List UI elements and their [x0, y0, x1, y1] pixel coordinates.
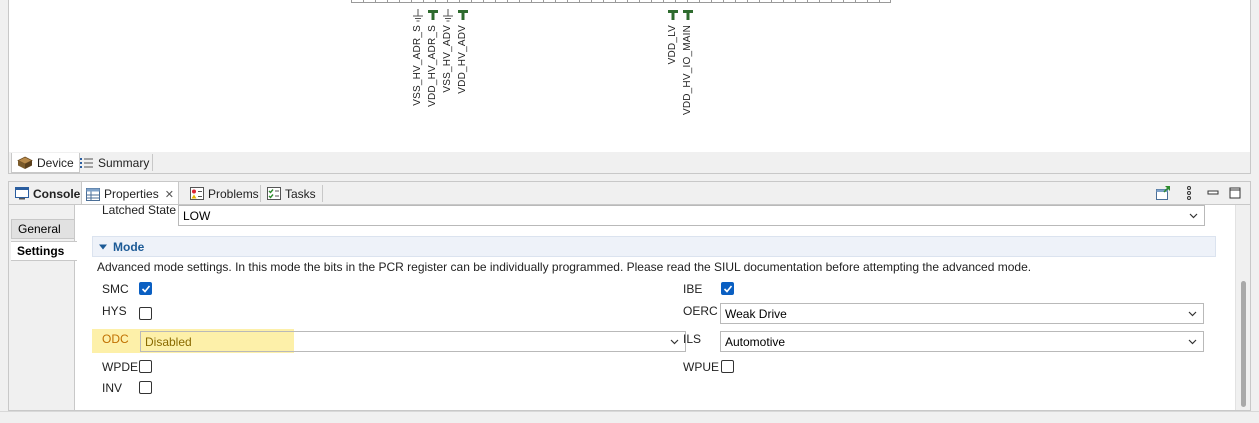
pin-label: VDD_LV — [667, 25, 678, 65]
maximize-icon[interactable] — [1227, 185, 1243, 201]
tab-console[interactable]: Console — [11, 182, 84, 205]
problems-icon — [190, 187, 204, 200]
ils-select[interactable]: Automotive — [720, 331, 1204, 352]
pin-vss-hv-adv[interactable]: VSS_HV_ADV — [441, 9, 455, 93]
ils-value: Automotive — [725, 334, 786, 349]
tab-label: Tasks — [285, 186, 316, 201]
pin-strip — [351, 0, 891, 3]
hys-label: HYS — [102, 304, 127, 318]
pin-vdd-hv-io-main[interactable]: VDD_HV_IO_MAIN — [681, 9, 695, 115]
chevron-down-icon — [1189, 213, 1198, 219]
tab-separator — [260, 185, 261, 202]
latched-state-select[interactable]: LOW — [178, 205, 1205, 226]
tab-problems[interactable]: Problems — [186, 182, 263, 205]
side-tab-settings[interactable]: Settings — [11, 241, 77, 261]
tab-label: Summary — [98, 156, 150, 170]
chevron-down-icon — [1188, 339, 1197, 345]
tab-properties[interactable]: Properties ✕ — [81, 182, 179, 206]
pin-vdd-hv-adr-s[interactable]: VDD_HV_ADR_S — [426, 9, 440, 107]
pin-label: VSS_HV_ADV — [442, 25, 453, 93]
ibe-label: IBE — [683, 282, 703, 296]
odc-select[interactable]: Disabled — [140, 331, 686, 352]
hys-checkbox[interactable] — [139, 307, 152, 320]
minimize-icon[interactable] — [1205, 185, 1221, 201]
side-tab-general[interactable]: General — [11, 219, 74, 239]
odc-label: ODC — [102, 332, 129, 346]
pin-vss-hv-adr-s[interactable]: VSS_HV_ADR_S — [411, 9, 425, 106]
properties-icon — [86, 187, 100, 201]
vertical-scrollbar[interactable] — [1235, 205, 1250, 410]
editor-tabs: Device Summary — [8, 152, 1251, 174]
pin-view-icon[interactable] — [1155, 185, 1171, 201]
checkmark-icon — [723, 285, 733, 293]
power-tee-icon — [683, 10, 693, 20]
wpde-label: WPDE — [102, 360, 138, 374]
wpde-checkbox[interactable] — [139, 360, 152, 373]
oerc-value: Weak Drive — [725, 306, 787, 321]
console-icon — [15, 187, 29, 200]
pin-vdd-hv-adv[interactable]: VDD_HV_ADV — [456, 9, 470, 94]
pin-label: VDD_HV_ADV — [457, 25, 468, 94]
power-tee-icon — [668, 10, 678, 20]
wpue-label: WPUE — [683, 360, 719, 374]
smc-label: SMC — [102, 282, 129, 296]
checkmark-icon — [141, 285, 151, 293]
chevron-down-icon — [1188, 311, 1197, 317]
wpue-checkbox[interactable] — [721, 360, 734, 373]
mode-description: Advanced mode settings. In this mode the… — [97, 260, 1032, 274]
latched-state-label: Latched State — [102, 205, 177, 217]
pin-label: VDD_HV_IO_MAIN — [682, 25, 693, 116]
collapse-triangle-icon — [99, 244, 107, 249]
latched-state-value: LOW — [183, 208, 211, 223]
pin-label: VSS_HV_ADR_S — [412, 25, 423, 106]
tasks-icon — [267, 187, 281, 200]
tab-label: Console — [33, 186, 81, 201]
side-tab-label: General — [18, 222, 61, 236]
oerc-label: OERC — [683, 304, 718, 318]
scrollbar-thumb[interactable] — [1241, 281, 1246, 407]
device-pin-diagram: VSS_HV_ADR_S VDD_HV_ADR_S VSS_HV_ADV VDD… — [8, 0, 1251, 152]
odc-value: Disabled — [145, 334, 192, 349]
view-menu-icon[interactable] — [1181, 185, 1197, 201]
tab-tasks[interactable]: Tasks — [263, 182, 320, 205]
tab-summary[interactable]: Summary — [75, 153, 154, 173]
smc-checkbox[interactable] — [139, 282, 152, 295]
mode-section-title: Mode — [113, 239, 145, 254]
pin-label: VDD_HV_ADR_S — [427, 25, 438, 107]
tab-separator — [152, 154, 153, 171]
inv-label: INV — [102, 381, 123, 395]
power-tee-icon — [428, 10, 438, 20]
properties-side-tabs: General Settings — [9, 205, 77, 410]
ground-icon — [443, 9, 453, 22]
tab-label: Problems — [208, 186, 259, 201]
mode-section-header[interactable]: Mode — [92, 236, 1216, 257]
settings-content: Latched State LOW Mode Advanced mode set… — [76, 205, 1236, 410]
chip-icon — [17, 156, 33, 169]
side-tab-label: Settings — [17, 244, 65, 258]
close-icon[interactable]: ✕ — [165, 188, 174, 201]
pin-vdd-lv[interactable]: VDD_LV — [666, 9, 680, 64]
list-icon — [80, 158, 93, 168]
chevron-down-icon — [670, 339, 679, 345]
power-tee-icon — [458, 10, 468, 20]
tab-device[interactable]: Device — [11, 153, 80, 173]
tab-separator — [322, 185, 323, 202]
oerc-select[interactable]: Weak Drive — [720, 303, 1204, 324]
properties-panel: General Settings Latched State LOW Mode … — [8, 204, 1251, 411]
ground-icon — [413, 9, 423, 22]
inv-checkbox[interactable] — [139, 381, 152, 394]
view-tabs: Console Properties ✕ Problems Tasks — [8, 181, 1251, 206]
ils-label: ILS — [683, 332, 702, 346]
ibe-checkbox[interactable] — [721, 282, 734, 295]
tab-label: Device — [37, 155, 74, 170]
status-strip — [0, 411, 1259, 423]
tab-label: Properties — [104, 187, 159, 201]
